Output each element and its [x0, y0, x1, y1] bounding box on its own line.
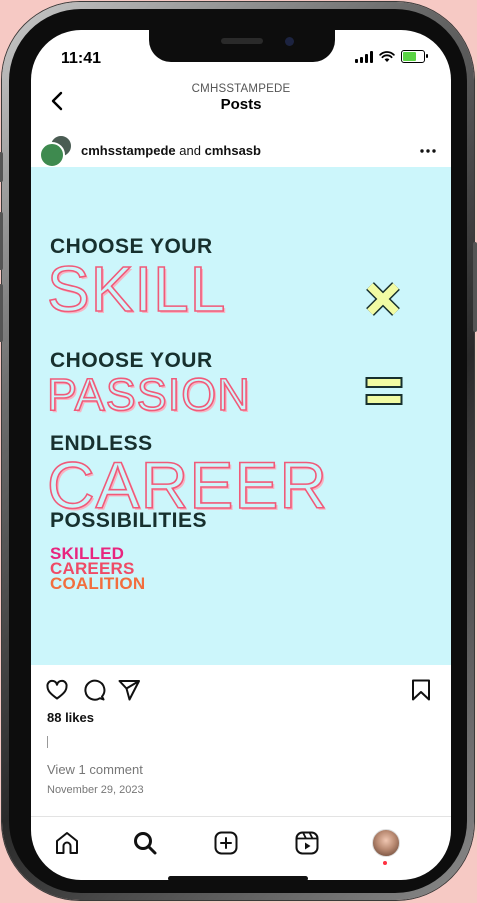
text-passion: PASSION [46, 369, 251, 420]
author-primary[interactable]: cmhsstampede [81, 143, 176, 158]
avatar-primary[interactable] [39, 142, 65, 168]
front-camera [285, 37, 294, 46]
status-time: 11:41 [61, 50, 102, 67]
bookmark-icon[interactable] [410, 678, 432, 702]
author-connector: and [179, 143, 201, 158]
times-symbol [366, 282, 400, 316]
battery-icon [401, 50, 428, 63]
speaker [221, 38, 263, 44]
share-icon[interactable] [117, 678, 141, 702]
post-date: November 29, 2023 [47, 784, 144, 796]
create-icon[interactable] [212, 829, 240, 857]
volume-down-button [0, 284, 3, 342]
heart-icon[interactable] [45, 678, 69, 702]
author-avatars[interactable] [39, 134, 73, 168]
search-icon[interactable] [131, 829, 159, 857]
more-icon[interactable] [417, 142, 439, 160]
reels-icon[interactable] [293, 829, 321, 857]
bottom-tab-bar [31, 816, 451, 877]
comment-icon[interactable] [82, 678, 106, 702]
notification-dot [383, 861, 387, 865]
view-comments-link[interactable]: View 1 comment [47, 762, 143, 777]
screen: 11:41 CMHSSTAMPEDE Posts cmhsstampede an… [31, 30, 451, 880]
signal-icon [355, 50, 373, 63]
notch [149, 30, 335, 62]
phone-frame: 11:41 CMHSSTAMPEDE Posts cmhsstampede an… [0, 2, 477, 900]
post-author[interactable]: cmhsstampede and cmhsasb [81, 143, 261, 158]
likes-count[interactable]: 88 likes [47, 710, 94, 725]
post-header: cmhsstampede and cmhsasb [31, 134, 451, 168]
home-icon[interactable] [53, 829, 81, 857]
status-icons [355, 50, 428, 63]
profile-avatar[interactable] [372, 829, 400, 857]
post-image[interactable]: CHOOSE YOUR SKILL CHOOSE YOUR PASSION EN… [31, 167, 451, 665]
mute-switch [0, 152, 3, 182]
author-secondary[interactable]: cmhsasb [205, 143, 261, 158]
header-account: CMHSSTAMPEDE [191, 83, 291, 95]
text-skill: SKILL [46, 253, 227, 325]
page-title: Posts [220, 96, 262, 113]
brand-coalition: COALITION [50, 574, 146, 593]
power-button [473, 242, 477, 332]
back-icon[interactable] [43, 86, 73, 116]
volume-up-button [0, 212, 3, 270]
text-possibilities: POSSIBILITIES [50, 509, 208, 532]
post-actions [31, 678, 451, 704]
equals-symbol [365, 377, 403, 405]
header: CMHSSTAMPEDE Posts [31, 82, 451, 118]
home-indicator [168, 876, 308, 880]
wifi-icon [379, 50, 395, 62]
caption-placeholder [47, 736, 48, 748]
